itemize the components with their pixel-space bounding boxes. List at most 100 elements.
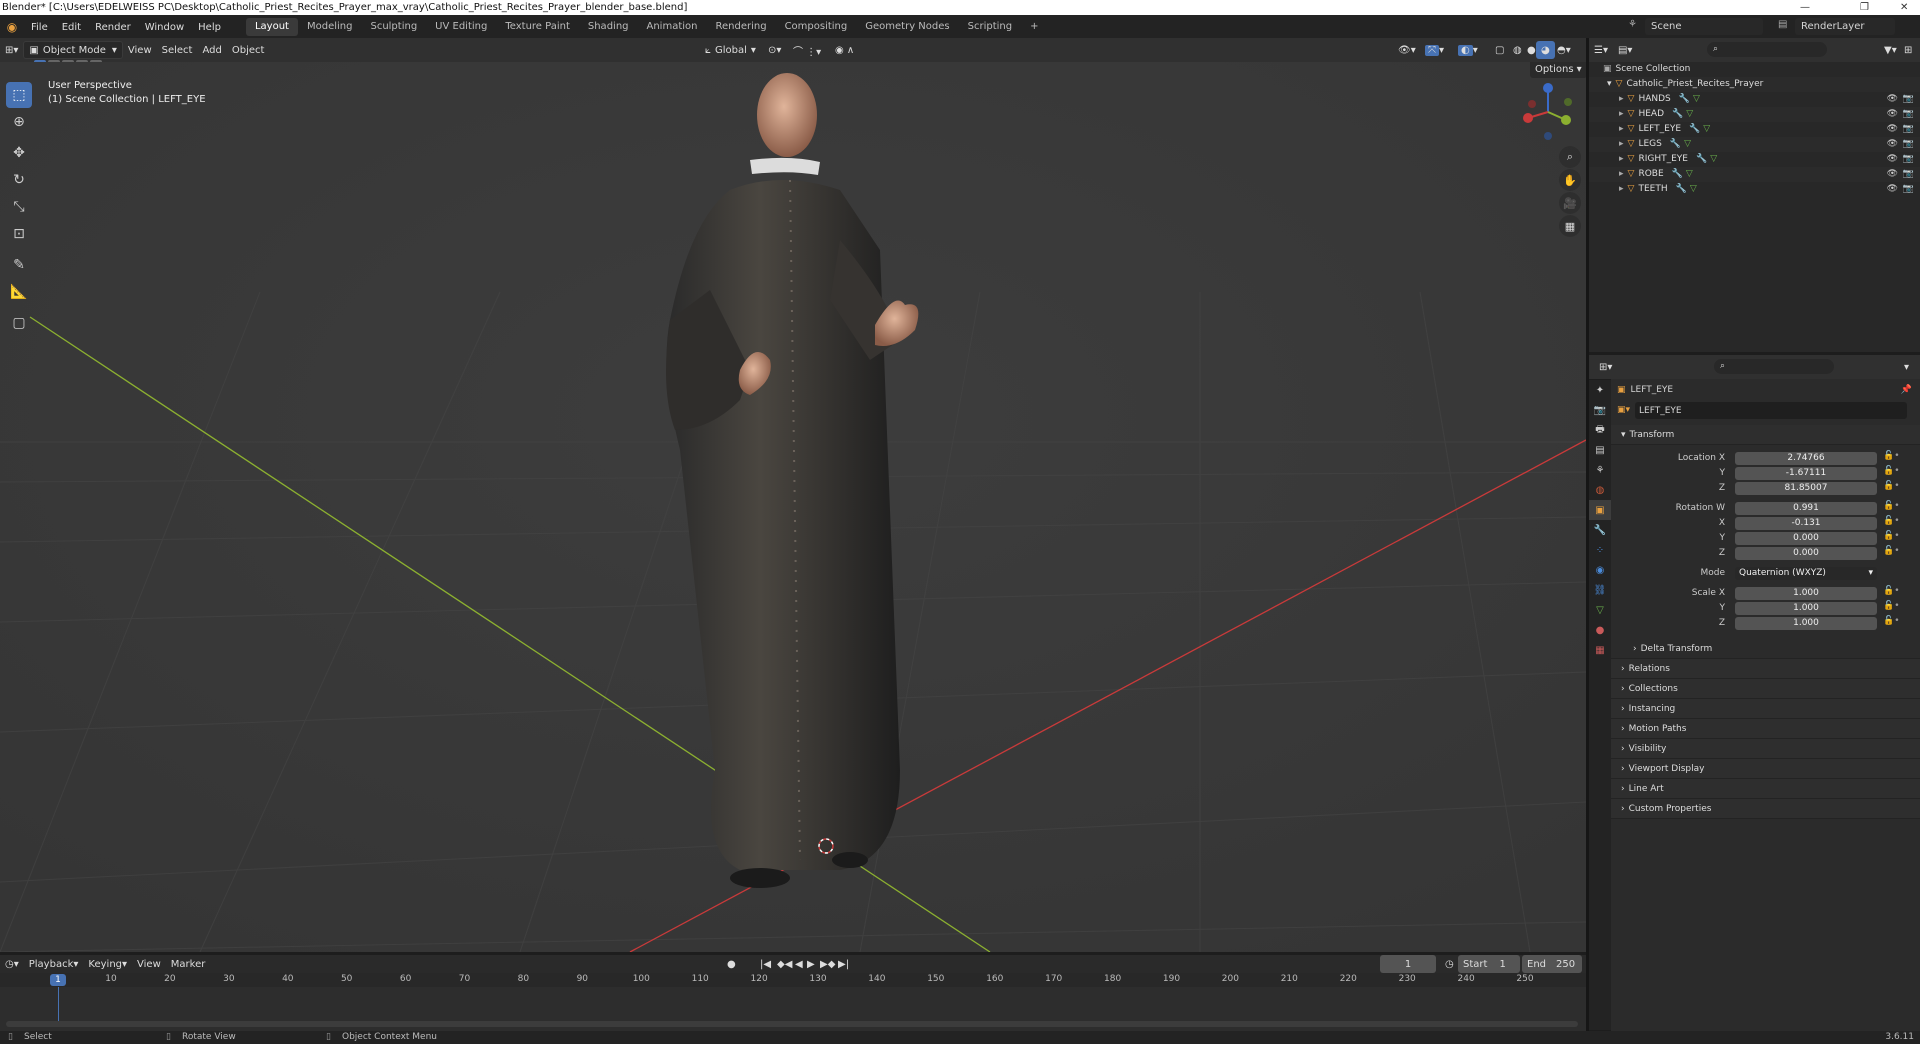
proportional-edit-icon[interactable]: ◉ ∧ (830, 41, 859, 59)
cursor-tool-icon[interactable]: ⊕ (6, 109, 32, 135)
scene-tab-icon[interactable]: ⚘ (1589, 460, 1611, 480)
xray-icon[interactable]: ▢ (1490, 41, 1509, 59)
tool-tab-icon[interactable]: ✦ (1589, 380, 1611, 400)
mesh-data-icon[interactable]: ▽ (1710, 154, 1717, 164)
scale-tool-icon[interactable]: ⤡ (6, 194, 32, 220)
eye-icon[interactable]: 👁 (1887, 152, 1898, 167)
gizmo-toggle-icon[interactable]: ⤧ ▾ (1420, 41, 1449, 59)
modifier-icon[interactable]: 🔧 (1670, 139, 1681, 149)
mesh-data-icon[interactable]: ▽ (1703, 124, 1710, 134)
maximize-icon[interactable]: ❐ (1860, 0, 1869, 15)
mesh-data-icon[interactable]: ▽ (1690, 184, 1697, 194)
scale-x-field[interactable]: 1.000 (1735, 587, 1877, 600)
end-frame-field[interactable]: End 250 (1522, 955, 1582, 973)
tab-animation[interactable]: Animation (638, 18, 707, 36)
rotation-mode-select[interactable]: Quaternion (WXYZ) ▾ (1735, 567, 1877, 580)
menu-object[interactable]: Object (227, 41, 270, 59)
expand-arrow-icon[interactable]: ▸ (1619, 139, 1624, 149)
eye-icon[interactable]: 👁 (1887, 107, 1898, 122)
scale-y-field[interactable]: 1.000 (1735, 602, 1877, 615)
expand-arrow-icon[interactable]: ▸ (1619, 154, 1624, 164)
timeline-scrollbar[interactable] (6, 1021, 1578, 1027)
eye-icon[interactable]: 👁 (1887, 137, 1898, 152)
world-tab-icon[interactable]: ◍ (1589, 480, 1611, 500)
tab-sculpting[interactable]: Sculpting (361, 18, 426, 36)
lock-icon[interactable]: 🔓• (1883, 601, 1900, 611)
outliner-object-row[interactable]: ▸ ▽ RIGHT_EYE 🔧 ▽ 👁 📷 (1589, 152, 1920, 167)
outliner-object-row[interactable]: ▸ ▽ TEETH 🔧 ▽ 👁 📷 (1589, 182, 1920, 197)
pan-hand-icon[interactable]: ✋ (1559, 169, 1581, 191)
options-dropdown[interactable]: Options ▾ (1530, 62, 1586, 78)
transform-tool-icon[interactable]: ⊡ (6, 221, 32, 247)
new-collection-icon[interactable]: ⊞ (1899, 41, 1917, 59)
scale-z-field[interactable]: 1.000 (1735, 617, 1877, 630)
close-icon[interactable]: ✕ (1900, 0, 1908, 15)
menu-file[interactable]: File (24, 22, 55, 33)
select-box-tool-icon[interactable]: ⬚ (6, 82, 32, 108)
camera-render-icon[interactable]: 📷 (1903, 167, 1914, 182)
expand-arrow-icon[interactable]: ▾ (1607, 79, 1612, 89)
outliner-object-row[interactable]: ▸ ▽ HANDS 🔧 ▽ 👁 📷 (1589, 92, 1920, 107)
modifier-icon[interactable]: 🔧 (1676, 184, 1687, 194)
pivot-icon[interactable]: ⊙▾ (763, 41, 786, 59)
outliner-editor-type-icon[interactable]: ☰▾ (1589, 41, 1613, 59)
move-tool-icon[interactable]: ✥ (6, 140, 32, 166)
tab-scripting[interactable]: Scripting (959, 18, 1021, 36)
editor-type-icon[interactable]: ⊞▾ (0, 41, 23, 59)
menu-select[interactable]: Select (157, 41, 198, 59)
physics-tab-icon[interactable]: ◉ (1589, 560, 1611, 580)
lock-icon[interactable]: 🔓• (1883, 531, 1900, 541)
particles-tab-icon[interactable]: ⁘ (1589, 540, 1611, 560)
rotation-w-field[interactable]: 0.991 (1735, 502, 1877, 515)
tab-layout[interactable]: Layout (245, 18, 298, 36)
outliner-search-input[interactable]: ⌕ (1707, 42, 1827, 57)
modifier-icon[interactable]: 🔧 (1689, 124, 1700, 134)
output-tab-icon[interactable]: 🖶 (1589, 420, 1611, 440)
preview-range-icon[interactable]: ◷ (1440, 955, 1459, 973)
lock-icon[interactable]: 🔓• (1883, 481, 1900, 491)
annotate-tool-icon[interactable]: ✎ (6, 252, 32, 278)
timeline-menu-marker[interactable]: Marker (166, 955, 211, 973)
modifier-tab-icon[interactable]: 🔧 (1589, 520, 1611, 540)
eye-icon[interactable]: 👁 (1887, 182, 1898, 197)
object-tab-icon[interactable]: ▣ (1589, 500, 1611, 520)
zoom-icon[interactable]: ⌕ (1559, 146, 1581, 168)
tab-texture-paint[interactable]: Texture Paint (496, 18, 579, 36)
navigation-gizmo[interactable] (1518, 82, 1578, 142)
expand-arrow-icon[interactable]: ▸ (1619, 169, 1624, 179)
minimize-icon[interactable]: — (1800, 0, 1810, 15)
outliner-object-row[interactable]: ▸ ▽ HEAD 🔧 ▽ 👁 📷 (1589, 107, 1920, 122)
render-tab-icon[interactable]: 📷 (1589, 400, 1611, 420)
menu-window[interactable]: Window (138, 22, 191, 33)
rotation-z-field[interactable]: 0.000 (1735, 547, 1877, 560)
rotation-x-field[interactable]: -0.131 (1735, 517, 1877, 530)
constraints-tab-icon[interactable]: ⛓ (1589, 580, 1611, 600)
add-cube-tool-icon[interactable]: ▢ (6, 310, 32, 336)
visibility-icon[interactable]: 👁▾ (1393, 41, 1421, 59)
timeline-area[interactable]: 10 20 30 40 50 60 70 80 90 100 110 120 130 140 150 160 1… (0, 973, 1586, 1031)
panel-header-line-art[interactable]: › Line Art (1611, 779, 1920, 799)
outliner-scene-collection[interactable]: ▣ Scene Collection (1589, 62, 1920, 77)
timeline-menu-keying[interactable]: Keying ▾ (83, 955, 132, 973)
lock-icon[interactable]: 🔓• (1883, 616, 1900, 626)
measure-tool-icon[interactable]: 📐 (6, 279, 32, 305)
chevron-down-icon[interactable]: ▾ (1899, 358, 1914, 376)
mode-selector[interactable]: ▣ Object Mode ▾ (23, 41, 123, 59)
camera-render-icon[interactable]: 📷 (1903, 137, 1914, 152)
eye-icon[interactable]: 👁 (1887, 167, 1898, 182)
tab-uv-editing[interactable]: UV Editing (426, 18, 496, 36)
modifier-icon[interactable]: 🔧 (1672, 169, 1683, 179)
tab-modeling[interactable]: Modeling (298, 18, 362, 36)
object-name-field[interactable]: LEFT_EYE (1635, 402, 1907, 419)
camera-render-icon[interactable]: 📷 (1903, 122, 1914, 137)
eye-icon[interactable]: 👁 (1887, 122, 1898, 137)
menu-edit[interactable]: Edit (55, 22, 88, 33)
panel-header-relations[interactable]: › Relations (1611, 659, 1920, 679)
camera-render-icon[interactable]: 📷 (1903, 107, 1914, 122)
display-mode-icon[interactable]: ▤▾ (1613, 41, 1637, 59)
properties-search-input[interactable]: ⌕ (1714, 359, 1834, 374)
delta-transform-header[interactable]: › Delta Transform (1611, 639, 1920, 659)
rotate-tool-icon[interactable]: ↻ (6, 167, 32, 193)
priest-figure[interactable] (640, 70, 1000, 890)
panel-header-visibility[interactable]: › Visibility (1611, 739, 1920, 759)
